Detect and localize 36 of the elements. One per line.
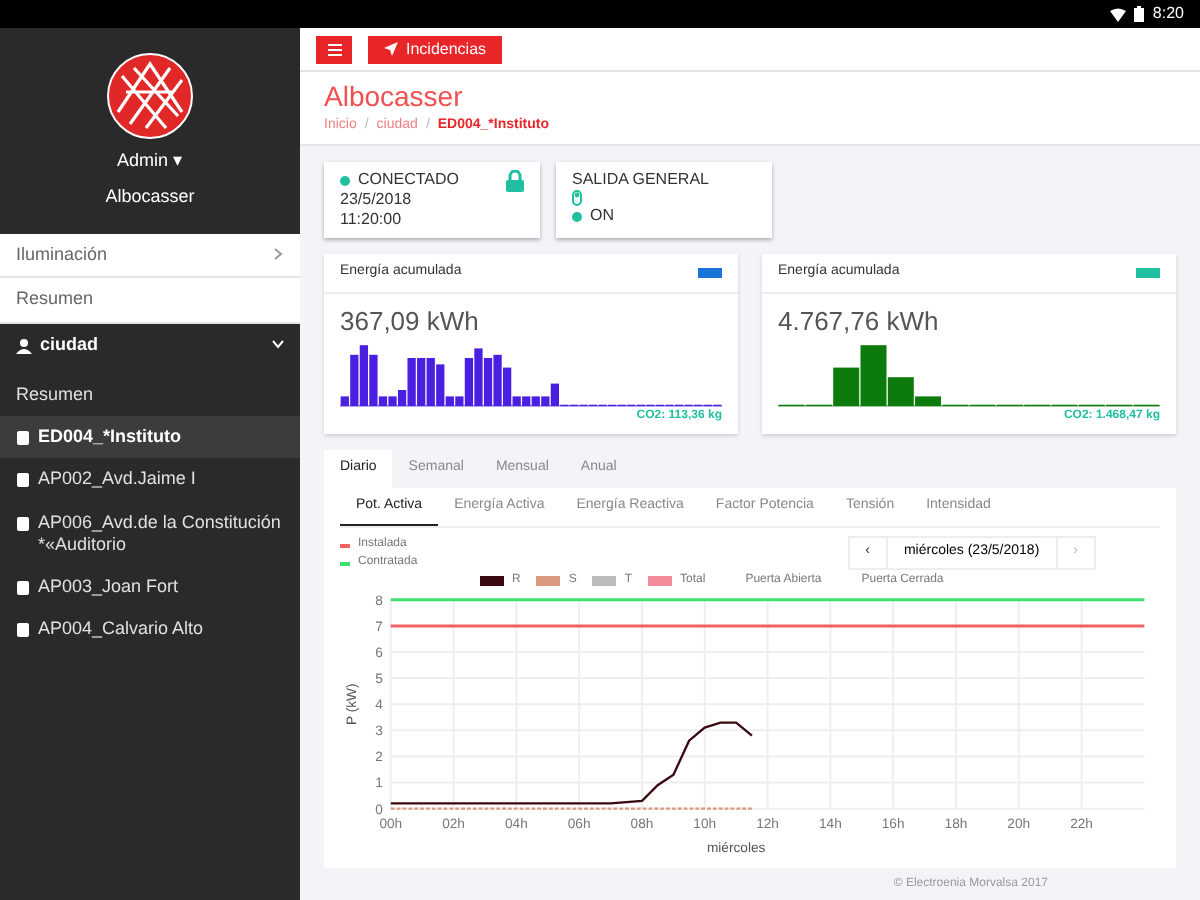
menu-icon: [327, 43, 341, 55]
sidebar-item[interactable]: AP003_Joan Fort: [0, 566, 300, 609]
page-title: Albocasser: [324, 80, 465, 115]
tag-icon: [1136, 267, 1160, 278]
sidebar-item[interactable]: Resumen: [0, 373, 300, 416]
user-icon: [16, 337, 32, 353]
user-menu[interactable]: Admin ▾: [116, 148, 183, 175]
connection-date: 23/5/2018: [340, 190, 414, 210]
sidebar-item[interactable]: ED004_*Instituto: [0, 416, 300, 459]
legend-swatch: [536, 576, 561, 586]
wifi-icon: [1110, 7, 1127, 21]
legend-swatch: [480, 576, 504, 586]
location-name: Albocasser: [105, 183, 195, 209]
sidebar-item[interactable]: AP002_Avd.Jaime I: [0, 458, 300, 501]
menu-button[interactable]: [316, 35, 352, 63]
sidebar-item[interactable]: Resumen: [0, 278, 300, 323]
output-title: SALIDA GENERAL: [572, 170, 711, 190]
document-icon: [16, 515, 30, 531]
document-icon: [16, 430, 30, 446]
energy-value: 4.767,76 kWh: [778, 303, 941, 339]
clock: 8:20: [1152, 2, 1184, 26]
sidebar-item[interactable]: AP006_Avd.de la Constitución *«Auditorio: [0, 501, 300, 566]
connection-status: CONECTADO: [358, 170, 460, 190]
battery-icon: [1134, 6, 1145, 22]
output-state: ON: [590, 206, 614, 226]
connection-time: 11:20:00: [340, 210, 404, 230]
sidebar-item[interactable]: AP004_Calvario Alto: [0, 608, 300, 651]
incidents-button[interactable]: Incidencias: [368, 35, 503, 63]
energy-value: 367,09 kWh: [340, 303, 481, 339]
tag-icon: [698, 267, 722, 278]
sidebar-item[interactable]: Iluminación: [0, 234, 300, 279]
logo-icon: [106, 52, 194, 140]
document-icon: [16, 472, 30, 489]
document-icon: [16, 580, 30, 596]
document-icon: [16, 622, 30, 639]
send-icon: [384, 42, 398, 56]
